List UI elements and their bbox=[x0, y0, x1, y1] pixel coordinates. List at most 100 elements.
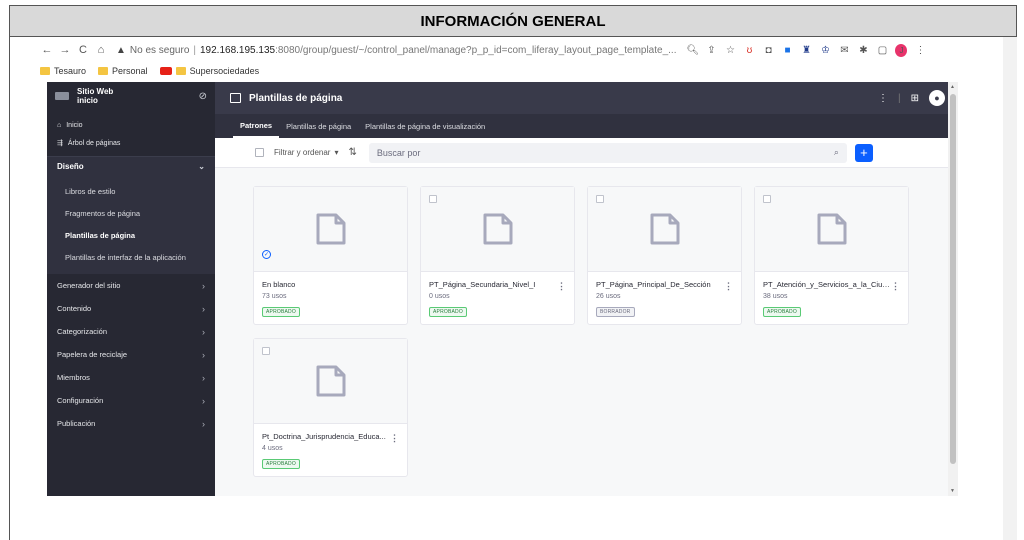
navigation-tabs: Patrones Plantillas de página Plantillas… bbox=[215, 114, 957, 138]
menu-icon[interactable]: ⋮ bbox=[914, 45, 926, 56]
sidebar-toggle-icon[interactable] bbox=[230, 93, 241, 103]
card-preview bbox=[421, 187, 574, 272]
filter-label: Filtrar y ordenar bbox=[274, 148, 331, 157]
sidebar-category[interactable]: Publicación › bbox=[47, 412, 215, 435]
card-title[interactable]: En blanco bbox=[262, 280, 390, 289]
card-checkbox[interactable] bbox=[429, 195, 437, 203]
template-card[interactable]: PT_Atención_y_Servicios_a_la_Ciud... 38 … bbox=[754, 186, 909, 325]
scroll-thumb[interactable] bbox=[950, 94, 956, 464]
options-icon[interactable]: ⋮ bbox=[878, 93, 888, 104]
sidebar-item-app-templates[interactable]: Plantillas de interfaz de la aplicación bbox=[47, 246, 215, 268]
card-preview bbox=[755, 187, 908, 272]
status-badge: APROBADO bbox=[763, 307, 801, 317]
template-card[interactable]: Pt_Doctrina_Jurisprudencia_Educa... 4 us… bbox=[253, 338, 408, 477]
template-card[interactable]: PT_Página_Principal_De_Sección 26 usos B… bbox=[587, 186, 742, 325]
sidebar-section-design[interactable]: Diseño ⌄ bbox=[47, 156, 215, 176]
extension-icon[interactable]: ♜ bbox=[800, 45, 812, 56]
status-badge: APROBADO bbox=[262, 459, 300, 469]
search-icon[interactable]: ⌕ bbox=[834, 147, 839, 158]
product-menu: Sitio Web inicio ⊘ ⌂ Inicio ⇶ Árbol de pág… bbox=[47, 82, 215, 496]
card-title[interactable]: PT_Página_Secundaria_Nivel_I bbox=[429, 280, 557, 289]
sidebar-category[interactable]: Generador del sitio › bbox=[47, 274, 215, 297]
sidebar-category[interactable]: Miembros › bbox=[47, 366, 215, 389]
share-icon[interactable]: ⇪ bbox=[705, 45, 717, 56]
sidebar-item-home[interactable]: ⌂ Inicio bbox=[47, 116, 215, 134]
category-label: Configuración bbox=[57, 396, 104, 405]
apps-grid-icon[interactable]: ⊞ bbox=[911, 93, 919, 104]
card-checkbox[interactable] bbox=[596, 195, 604, 203]
kebab-menu-icon[interactable]: ⋮ bbox=[891, 281, 900, 292]
kebab-menu-icon[interactable]: ⋮ bbox=[557, 281, 566, 292]
site-logo bbox=[55, 92, 69, 100]
add-button[interactable]: + bbox=[854, 143, 873, 162]
sidepanel-icon[interactable]: ▢ bbox=[876, 45, 888, 56]
page-scrollbar[interactable]: ▲ ▼ bbox=[948, 82, 958, 496]
card-checkbox[interactable] bbox=[262, 347, 270, 355]
scroll-up-icon[interactable]: ▲ bbox=[950, 84, 955, 90]
search-placeholder: Buscar por bbox=[376, 147, 421, 158]
address-bar[interactable]: ▲ No es seguro | 192.168.195.135:8080/gr… bbox=[116, 45, 676, 56]
extension-icon[interactable]: ♔ bbox=[819, 45, 831, 56]
star-icon[interactable]: ☆ bbox=[724, 45, 736, 56]
url-divider: | bbox=[193, 44, 196, 56]
sort-icon[interactable]: ⇅ bbox=[348, 147, 356, 158]
extension-icon[interactable]: ʊ bbox=[743, 45, 755, 56]
page-title: Plantillas de página bbox=[249, 92, 343, 104]
template-card[interactable]: PT_Página_Secundaria_Nivel_I 0 usos APRO… bbox=[420, 186, 575, 325]
document-icon bbox=[817, 213, 847, 245]
filter-dropdown[interactable]: Filtrar y ordenar ▾ bbox=[274, 148, 338, 157]
bookmark-item[interactable]: Personal bbox=[98, 66, 148, 76]
kebab-menu-icon[interactable]: ⋮ bbox=[724, 281, 733, 292]
back-icon[interactable]: ← bbox=[40, 44, 54, 56]
card-checkbox[interactable] bbox=[763, 195, 771, 203]
liferay-app: Sitio Web inicio ⊘ ⌂ Inicio ⇶ Árbol de pág… bbox=[47, 82, 957, 496]
chevron-right-icon: › bbox=[202, 326, 205, 337]
sidebar-item-style-books[interactable]: Libros de estilo bbox=[47, 180, 215, 202]
sidebar-category[interactable]: Categorización › bbox=[47, 320, 215, 343]
sidebar-item-page-tree[interactable]: ⇶ Árbol de páginas bbox=[47, 134, 215, 152]
sidebar-category[interactable]: Contenido › bbox=[47, 297, 215, 320]
bookmark-item[interactable]: Tesauro bbox=[40, 66, 86, 76]
tab-display-page-templates[interactable]: Plantillas de página de visualización bbox=[358, 114, 492, 138]
warning-icon[interactable]: ▲ bbox=[116, 45, 126, 56]
camera-icon[interactable]: ◘ bbox=[762, 45, 774, 56]
bookmark-item[interactable]: Supersociedades bbox=[159, 66, 260, 76]
card-title[interactable]: PT_Atención_y_Servicios_a_la_Ciud... bbox=[763, 280, 891, 289]
card-preview bbox=[588, 187, 741, 272]
card-usage: 4 usos bbox=[262, 445, 283, 452]
tab-page-templates[interactable]: Plantillas de página bbox=[279, 114, 358, 138]
home-icon[interactable]: ⌂ bbox=[94, 44, 108, 56]
puzzle-icon[interactable]: ✱ bbox=[857, 45, 869, 56]
kebab-menu-icon[interactable]: ⋮ bbox=[390, 433, 399, 444]
browser-actions: 🔍︎ ⇪ ☆ ʊ ◘ ■ ♜ ♔ ✉ ✱ ▢ J ⋮ bbox=[686, 43, 926, 57]
card-title[interactable]: PT_Página_Principal_De_Sección bbox=[596, 280, 724, 289]
sidebar-item-fragments[interactable]: Fragmentos de página bbox=[47, 202, 215, 224]
tab-patterns[interactable]: Patrones bbox=[233, 114, 280, 138]
status-badge: APROBADO bbox=[262, 307, 300, 317]
search-input[interactable]: Buscar por ⌕ bbox=[368, 142, 847, 163]
profile-avatar[interactable]: J bbox=[895, 43, 908, 57]
sidebar-category[interactable]: Configuración › bbox=[47, 389, 215, 412]
compass-icon[interactable]: ⊘ bbox=[199, 91, 207, 102]
select-all-checkbox[interactable] bbox=[255, 148, 264, 157]
template-card[interactable]: ✓ En blanco 73 usos APROBADO bbox=[253, 186, 408, 325]
card-body: En blanco 73 usos APROBADO bbox=[254, 272, 407, 326]
forward-icon[interactable]: → bbox=[58, 44, 72, 56]
chevron-right-icon: › bbox=[202, 418, 205, 429]
extension-icon[interactable]: ■ bbox=[781, 45, 793, 56]
bookmark-label: Supersociedades bbox=[189, 66, 260, 76]
zoom-icon[interactable]: 🔍︎ bbox=[686, 45, 699, 56]
document-icon bbox=[483, 213, 513, 245]
card-usage: 73 usos bbox=[262, 293, 287, 300]
sidebar-item-page-templates[interactable]: Plantillas de página bbox=[47, 224, 215, 246]
reload-icon[interactable]: C bbox=[76, 44, 90, 56]
document-icon bbox=[650, 213, 680, 245]
bookmarks-bar: Tesauro Personal Supersociedades bbox=[40, 63, 259, 79]
site-selector[interactable]: Sitio Web inicio ⊘ bbox=[47, 82, 215, 110]
card-title[interactable]: Pt_Doctrina_Jurisprudencia_Educa... bbox=[262, 432, 390, 441]
scroll-down-icon[interactable]: ▼ bbox=[950, 488, 955, 494]
user-avatar[interactable]: ● bbox=[929, 90, 945, 106]
mail-icon[interactable]: ✉ bbox=[838, 45, 850, 56]
sidebar-category[interactable]: Papelera de reciclaje › bbox=[47, 343, 215, 366]
site-name-line2: inicio bbox=[77, 96, 98, 105]
